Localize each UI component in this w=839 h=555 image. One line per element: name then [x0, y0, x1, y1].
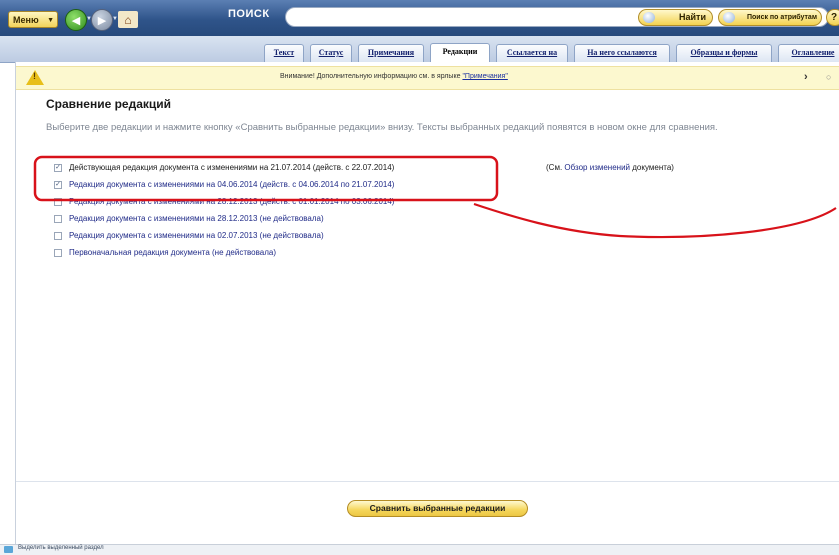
edition-label: Действующая редакция документа с изменен…: [69, 163, 395, 172]
find-button-label: Найти: [679, 12, 706, 22]
edition-checkbox[interactable]: [54, 215, 62, 223]
chevron-right-icon[interactable]: ›: [804, 71, 808, 83]
menu-label: Меню: [13, 15, 39, 25]
edition-checkbox[interactable]: [54, 232, 62, 240]
tab-editions[interactable]: Редакции: [430, 43, 490, 62]
help-button[interactable]: ?: [826, 9, 839, 26]
edition-checkbox[interactable]: [54, 249, 62, 257]
attribute-search-label: Поиск по атрибутам: [746, 14, 817, 21]
edition-checkbox[interactable]: ✓: [54, 164, 62, 172]
review-note-prefix: (См.: [546, 163, 565, 172]
status-text: Выделить выделенный раздел: [18, 545, 104, 551]
changes-review-link[interactable]: Обзор изменений: [564, 163, 630, 172]
tab-contents[interactable]: Оглавление: [778, 44, 839, 62]
menu-button[interactable]: Меню ▼: [8, 11, 58, 28]
main-content: ! Внимание! Дополнительную информацию см…: [15, 62, 839, 554]
divider: [16, 481, 839, 482]
find-button[interactable]: Найти: [638, 9, 713, 26]
warning-mark: !: [33, 71, 36, 81]
edition-label[interactable]: Редакция документа с изменениями на 02.0…: [69, 231, 324, 240]
edition-label[interactable]: Редакция документа с изменениями на 04.0…: [69, 180, 394, 189]
back-arrow-icon[interactable]: ◀: [65, 9, 87, 31]
compare-editions-button[interactable]: Сравнить выбранные редакции: [347, 500, 528, 517]
page-hint: Выберите две редакции и нажмите кнопку «…: [46, 122, 718, 133]
tab-referenced-by[interactable]: На него ссылаются: [574, 44, 670, 62]
close-icon[interactable]: ○: [826, 72, 831, 82]
notice-message: Внимание! Дополнительную информацию см. …: [280, 73, 463, 80]
tab-text[interactable]: Текст: [264, 44, 304, 62]
changes-review-note: (См. Обзор изменений документа): [546, 163, 674, 172]
tab-notes[interactable]: Примечания: [358, 44, 424, 62]
document-icon: [4, 546, 13, 553]
notice-text: Внимание! Дополнительную информацию см. …: [280, 73, 508, 80]
tab-samples-forms[interactable]: Образцы и формы: [676, 44, 772, 62]
review-note-suffix: документа): [630, 163, 674, 172]
tab-references-to[interactable]: Ссылается на: [496, 44, 568, 62]
edition-label[interactable]: Редакция документа с изменениями на 28.1…: [69, 197, 394, 206]
edition-checkbox[interactable]: ✓: [54, 181, 62, 189]
tab-status[interactable]: Статус: [310, 44, 352, 62]
top-toolbar: Меню ▼ ◀ ▼ ▶ ▼ ⌂ ПОИСК Найти Поиск по ат…: [0, 0, 839, 36]
magnifier-icon: [643, 12, 655, 23]
edition-label[interactable]: Редакция документа с изменениями на 28.1…: [69, 214, 324, 223]
home-icon[interactable]: ⌂: [118, 11, 138, 28]
page-title: Сравнение редакций: [46, 97, 172, 111]
notice-link[interactable]: "Примечания": [462, 73, 507, 80]
magnifier-icon: [723, 12, 735, 23]
tab-bar: Текст Статус Примечания Редакции Ссылает…: [0, 36, 839, 63]
attribute-search-button[interactable]: Поиск по атрибутам: [718, 9, 822, 26]
search-label: ПОИСК: [228, 8, 270, 20]
notice-bar: ! Внимание! Дополнительную информацию см…: [16, 66, 839, 90]
forward-arrow-icon[interactable]: ▶: [91, 9, 113, 31]
chevron-down-icon: ▼: [47, 17, 54, 24]
edition-checkbox[interactable]: [54, 198, 62, 206]
status-bar: Выделить выделенный раздел: [0, 544, 839, 555]
edition-label[interactable]: Первоначальная редакция документа (не де…: [69, 248, 276, 257]
